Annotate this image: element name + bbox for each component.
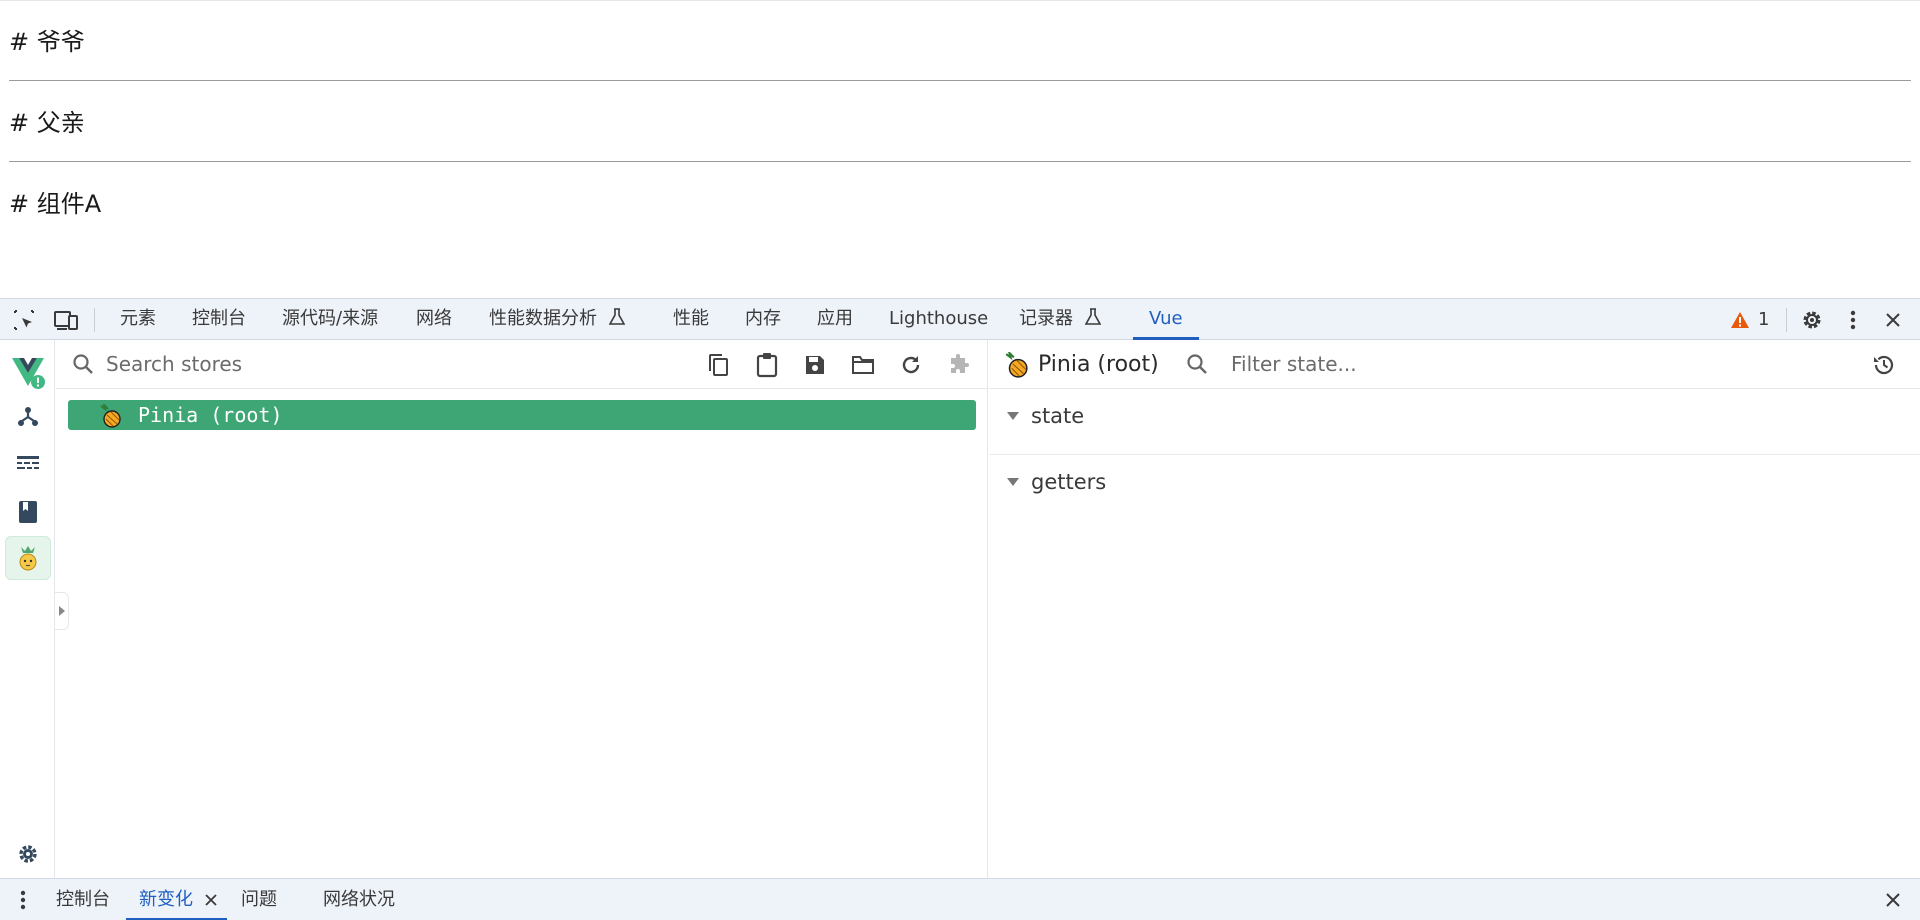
folder-icon[interactable] [850,352,876,378]
inspect-icon[interactable] [7,299,41,341]
vue-devtools-panel: Pinia (root) Pinia (root) state getters [0,340,1920,878]
devtools-drawer: 控制台 新变化 问题 网络状况 [0,878,1920,920]
search-stores-input[interactable] [106,350,666,378]
flask-icon [608,308,626,325]
tab-performance-insights-label: 性能数据分析 [489,308,597,329]
tab-lighthouse[interactable]: Lighthouse [889,299,988,339]
toolbar-divider [1786,308,1787,332]
getters-section-label: getters [1031,470,1107,494]
pineapple-icon [1005,352,1028,378]
close-drawer-icon[interactable] [1876,879,1910,920]
refresh-icon[interactable] [898,352,924,378]
drawer-menu-icon[interactable] [6,879,40,920]
drawer-tab-whats-new[interactable]: 新变化 [139,879,193,920]
store-item-pinia-root[interactable]: Pinia (root) [68,400,976,430]
tab-memory[interactable]: 内存 [745,299,781,339]
component-tree-icon[interactable] [5,394,51,438]
tab-recorder[interactable]: 记录器 [1019,299,1102,339]
caret-down-icon [1007,412,1019,420]
toolbar-divider [94,308,95,332]
section-divider [989,454,1920,455]
device-toggle-icon[interactable] [49,299,83,341]
page-content: # 爷爷 # 父亲 # 组件A [0,0,1920,298]
selected-store-title: Pinia (root) [1038,352,1159,377]
tab-performance[interactable]: 性能 [673,299,709,339]
plugin-icon[interactable] [946,352,972,378]
getters-section-header[interactable]: getters [1007,468,1106,496]
warning-icon[interactable] [1727,299,1753,341]
drawer-tab-network-conditions[interactable]: 网络状况 [323,879,395,920]
vue-sidebar [0,340,55,878]
vue-logo-icon[interactable] [5,350,51,394]
drawer-tab-issues[interactable]: 问题 [241,879,277,920]
tab-elements[interactable]: 元素 [120,299,156,339]
close-tab-icon[interactable] [194,879,228,920]
tab-sources[interactable]: 源代码/来源 [282,299,378,339]
tab-vue-label: Vue [1149,308,1183,329]
timeline-icon[interactable] [5,442,51,486]
filter-state-input[interactable] [1231,350,1791,378]
tab-vue[interactable]: Vue [1133,299,1199,340]
warning-count[interactable]: 1 [1758,299,1769,341]
clipboard-icon[interactable] [754,352,780,378]
history-icon[interactable] [1871,352,1897,378]
tab-network[interactable]: 网络 [416,299,452,339]
drawer-tab-console[interactable]: 控制台 [56,879,110,920]
flask-icon [1084,308,1102,325]
tab-application[interactable]: 应用 [817,299,853,339]
heading-grandpa: # 爷爷 [9,28,85,56]
copy-icon[interactable] [705,352,731,378]
pinia-icon[interactable] [5,536,51,580]
state-section-header[interactable]: state [1007,402,1084,430]
tab-recorder-label: 记录器 [1019,308,1073,329]
devtools-tabbar: 元素 控制台 源代码/来源 网络 性能数据分析 性能 内存 应用 Lightho… [0,298,1920,340]
tab-console[interactable]: 控制台 [192,299,246,339]
save-icon[interactable] [802,352,828,378]
close-icon[interactable] [1876,299,1910,341]
store-name: Pinia (root) [138,403,283,427]
pineapple-icon [100,404,121,428]
heading-component-a: # 组件A [9,190,102,218]
heading-father: # 父亲 [9,109,85,137]
state-toolbar: Pinia (root) [989,340,1920,389]
state-section-label: state [1031,404,1085,428]
horizontal-rule [9,161,1911,162]
settings-icon[interactable] [5,832,51,876]
gear-icon[interactable] [1795,299,1829,341]
tab-performance-insights[interactable]: 性能数据分析 [489,299,626,339]
search-icon [1187,354,1207,374]
book-icon[interactable] [5,490,51,534]
horizontal-rule [9,80,1911,81]
search-icon [73,354,93,374]
caret-down-icon [1007,478,1019,486]
state-inspector-pane: Pinia (root) state getters [989,340,1920,878]
kebab-menu-icon[interactable] [1836,299,1870,341]
stores-pane: Pinia (root) [56,340,988,878]
stores-toolbar [56,340,988,389]
